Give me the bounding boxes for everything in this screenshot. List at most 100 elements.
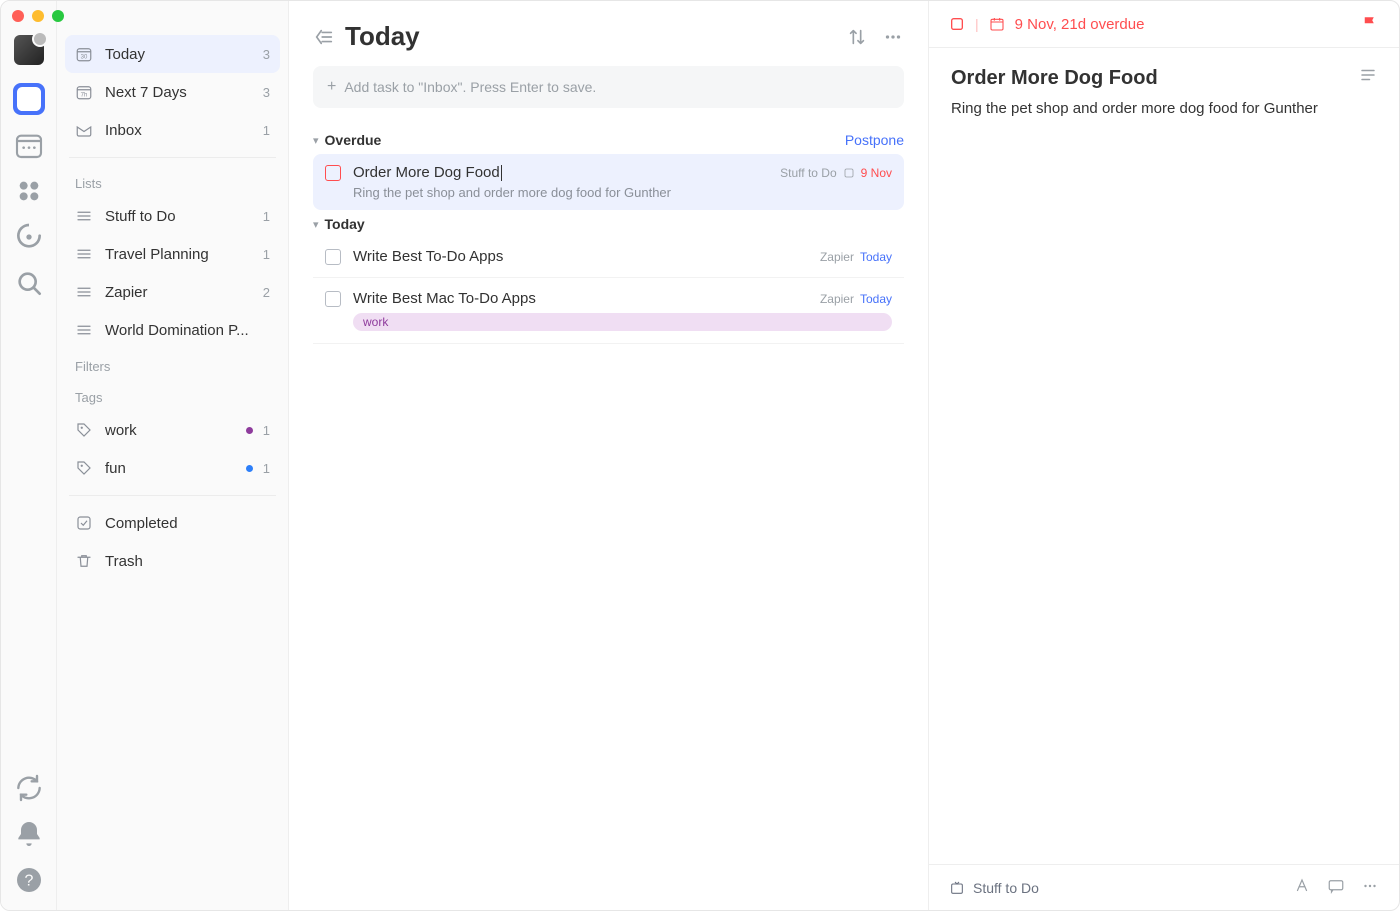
trash-icon [75, 552, 93, 570]
detail-title[interactable]: Order More Dog Food [951, 67, 1158, 90]
main-panel: Today + Add task to "Inbox". Press Enter… [289, 1, 929, 910]
list-icon [75, 283, 93, 301]
task-list: Zapier [820, 250, 854, 264]
tags-header: Tags [65, 380, 280, 411]
section-today[interactable]: ▾ Today [313, 216, 904, 232]
paragraph-icon[interactable] [1359, 66, 1377, 90]
task-title[interactable]: Write Best Mac To-Do Apps [353, 290, 820, 307]
sidebar-list-item[interactable]: Travel Planning1 [65, 235, 280, 273]
task-date: Today [860, 292, 892, 306]
task-list: Stuff to Do [780, 166, 836, 180]
minimize-window-icon[interactable] [32, 10, 44, 22]
section-overdue[interactable]: ▾ Overdue Postpone [313, 132, 904, 148]
filters-header: Filters [65, 349, 280, 380]
list-chip-icon [843, 167, 855, 179]
task-list: Zapier [820, 292, 854, 306]
more-icon[interactable] [882, 26, 904, 48]
chevron-down-icon: ▾ [313, 134, 319, 147]
sidebar-completed[interactable]: Completed [65, 504, 280, 542]
task-checkbox[interactable] [325, 249, 341, 265]
task-item[interactable]: Write Best To-Do AppsZapierToday [313, 238, 904, 275]
list-icon [75, 207, 93, 225]
zoom-window-icon[interactable] [52, 10, 64, 22]
svg-text:30: 30 [81, 55, 88, 61]
sidebar-trash[interactable]: Trash [65, 542, 280, 580]
svg-text:7h: 7h [81, 93, 88, 99]
sidebar-item-label: World Domination P... [105, 322, 270, 339]
sidebar-item-label: Next 7 Days [105, 84, 263, 101]
help-icon[interactable]: ? [13, 864, 45, 896]
nav-rail: ? [1, 1, 57, 910]
sidebar-item-today[interactable]: 30 Today3 [65, 35, 280, 73]
collapse-icon[interactable] [313, 26, 335, 48]
flag-icon[interactable] [1361, 15, 1379, 33]
sidebar-item-label: Today [105, 46, 263, 63]
sidebar-item-count: 1 [263, 461, 270, 476]
week-icon: 7h [75, 83, 93, 101]
calendar-icon[interactable] [13, 129, 45, 161]
detail-description[interactable]: Ring the pet shop and order more dog foo… [951, 100, 1377, 117]
chevron-down-icon: ▾ [313, 218, 319, 231]
sidebar-list-item[interactable]: Zapier2 [65, 273, 280, 311]
more-icon[interactable] [1361, 877, 1379, 898]
task-tag[interactable]: work [353, 313, 892, 331]
sidebar-list-item[interactable]: World Domination P... [65, 311, 280, 349]
task-checkbox[interactable] [325, 165, 341, 181]
sidebar-item-count: 3 [263, 47, 270, 62]
sidebar-item-next-7-days[interactable]: 7h Next 7 Days3 [65, 73, 280, 111]
move-list-icon[interactable] [949, 880, 965, 896]
sort-icon[interactable] [846, 26, 868, 48]
sidebar-item-label: Travel Planning [105, 246, 263, 263]
section-label: Overdue [325, 132, 382, 148]
sidebar-item-label: Trash [105, 553, 270, 570]
detail-due-date[interactable]: 9 Nov, 21d overdue [1015, 16, 1145, 33]
plus-icon: + [327, 78, 336, 96]
sidebar-item-count: 1 [263, 247, 270, 262]
detail-panel: | 9 Nov, 21d overdue Order More Dog Food… [929, 1, 1399, 910]
page-title: Today [345, 21, 832, 52]
postpone-button[interactable]: Postpone [845, 132, 904, 148]
add-task-input[interactable]: + Add task to "Inbox". Press Enter to sa… [313, 66, 904, 108]
tasks-icon[interactable] [13, 83, 45, 115]
task-title[interactable]: Order More Dog Food [353, 164, 780, 181]
search-icon[interactable] [13, 267, 45, 299]
sidebar-item-label: fun [105, 460, 246, 477]
comment-icon[interactable] [1327, 877, 1345, 898]
avatar[interactable] [14, 35, 44, 65]
window-controls[interactable] [12, 10, 64, 22]
sidebar-item-count: 3 [263, 85, 270, 100]
task-item[interactable]: Order More Dog FoodStuff to Do9 NovRing … [313, 154, 904, 210]
sidebar-list-item[interactable]: Stuff to Do1 [65, 197, 280, 235]
lists-header: Lists [65, 166, 280, 197]
task-checkbox[interactable] [325, 291, 341, 307]
sidebar-item-count: 2 [263, 285, 270, 300]
list-icon [75, 245, 93, 263]
sidebar-tag-item[interactable]: work 1 [65, 411, 280, 449]
calendar-icon [989, 16, 1005, 32]
list-icon [75, 321, 93, 339]
add-task-placeholder: Add task to "Inbox". Press Enter to save… [344, 79, 596, 95]
sync-icon[interactable] [13, 772, 45, 804]
sidebar: 30Today37hNext 7 Days3Inbox1 Lists Stuff… [57, 1, 289, 910]
text-style-icon[interactable] [1293, 877, 1311, 898]
sidebar-item-label: Zapier [105, 284, 263, 301]
matrix-icon[interactable] [13, 175, 45, 207]
sidebar-item-inbox[interactable]: Inbox1 [65, 111, 280, 149]
detail-list-name[interactable]: Stuff to Do [973, 880, 1039, 896]
task-item[interactable]: Write Best Mac To-Do AppsZapier Today work [313, 280, 904, 341]
close-window-icon[interactable] [12, 10, 24, 22]
sidebar-item-label: work [105, 422, 246, 439]
pomodoro-icon[interactable] [13, 221, 45, 253]
section-label: Today [325, 216, 365, 232]
sidebar-item-count: 1 [263, 423, 270, 438]
detail-checkbox[interactable] [949, 16, 965, 32]
sidebar-item-label: Inbox [105, 122, 263, 139]
completed-icon [75, 514, 93, 532]
sidebar-item-count: 1 [263, 209, 270, 224]
sidebar-item-count: 1 [263, 123, 270, 138]
sidebar-tag-item[interactable]: fun 1 [65, 449, 280, 487]
today-icon: 30 [75, 45, 93, 63]
tag-color-dot [246, 465, 253, 472]
bell-icon[interactable] [13, 818, 45, 850]
task-title[interactable]: Write Best To-Do Apps [353, 248, 820, 265]
